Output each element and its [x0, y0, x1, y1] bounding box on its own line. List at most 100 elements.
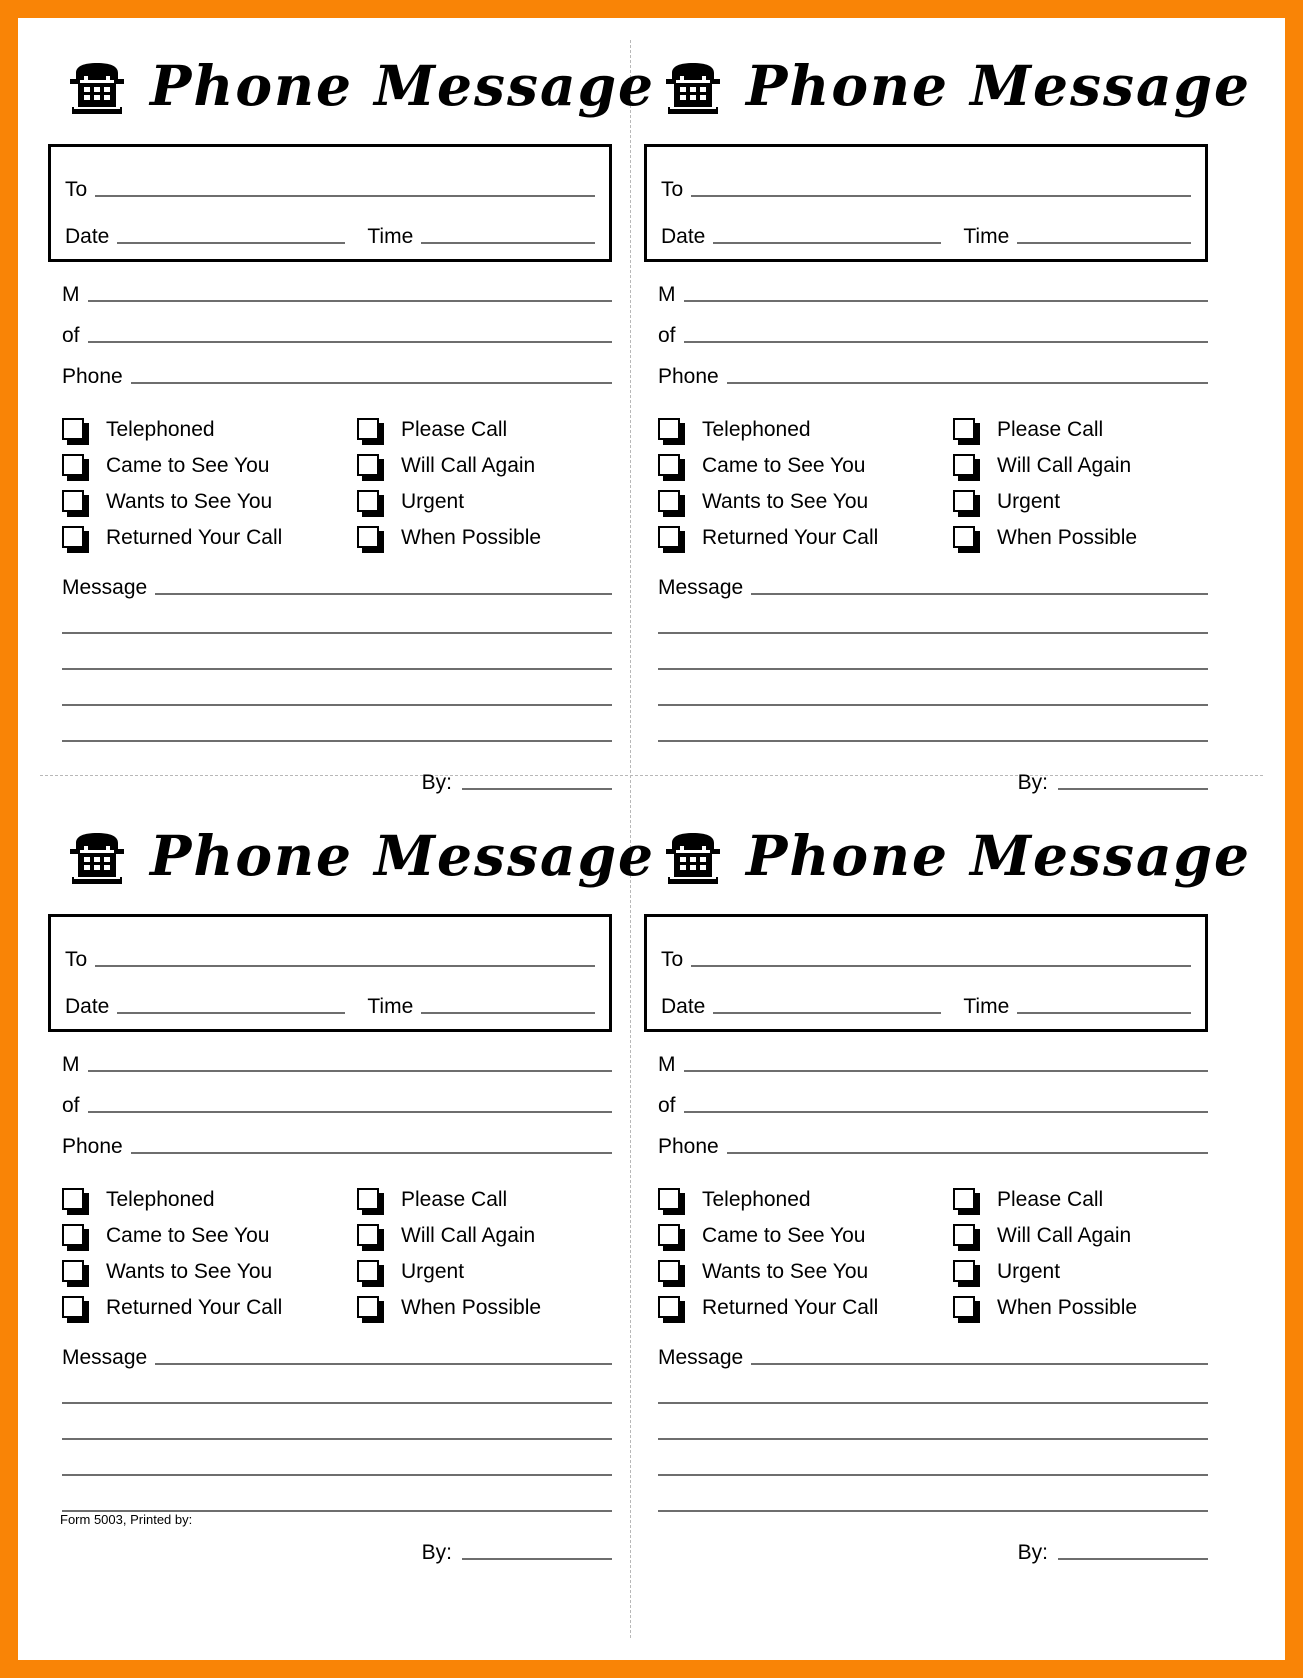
message-input-line[interactable] [751, 593, 1208, 595]
message-input-line[interactable] [155, 1363, 612, 1365]
checkbox-icon[interactable] [357, 1296, 384, 1323]
checkbox-item-telephoned[interactable]: Telephoned [658, 1181, 933, 1217]
message-input-line[interactable] [751, 1363, 1208, 1365]
checkbox-item-please-call[interactable]: Please Call [953, 1181, 1208, 1217]
to-input-line[interactable] [691, 965, 1191, 967]
checkbox-item-please-call[interactable]: Please Call [357, 411, 612, 447]
checkbox-icon[interactable] [62, 526, 89, 553]
checkbox-item-returned-your-call[interactable]: Returned Your Call [62, 1289, 337, 1325]
checkbox-item-when-possible[interactable]: When Possible [357, 1289, 612, 1325]
m-input-line[interactable] [683, 300, 1208, 302]
checkbox-item-telephoned[interactable]: Telephoned [62, 1181, 337, 1217]
checkbox-icon[interactable] [658, 490, 685, 517]
date-input-line[interactable] [117, 242, 346, 244]
checkbox-item-will-call-again[interactable]: Will Call Again [953, 447, 1208, 483]
message-input-line[interactable] [155, 593, 612, 595]
checkbox-icon[interactable] [953, 1188, 980, 1215]
checkbox-item-please-call[interactable]: Please Call [953, 411, 1208, 447]
of-input-line[interactable] [87, 1111, 612, 1113]
message-blank-line[interactable] [658, 1474, 1208, 1476]
checkbox-item-telephoned[interactable]: Telephoned [62, 411, 337, 447]
checkbox-icon[interactable] [658, 1260, 685, 1287]
of-input-line[interactable] [683, 1111, 1208, 1113]
phone-input-line[interactable] [726, 382, 1208, 384]
message-blank-line[interactable] [62, 704, 612, 706]
checkbox-icon[interactable] [62, 1224, 89, 1251]
checkbox-icon[interactable] [357, 454, 384, 481]
m-input-line[interactable] [683, 1070, 1208, 1072]
checkbox-item-wants-to-see-you[interactable]: Wants to See You [62, 483, 337, 519]
message-blank-line[interactable] [62, 1474, 612, 1476]
checkbox-icon[interactable] [357, 1224, 384, 1251]
checkbox-icon[interactable] [658, 526, 685, 553]
phone-input-line[interactable] [130, 382, 612, 384]
checkbox-icon[interactable] [62, 1296, 89, 1323]
checkbox-icon[interactable] [953, 1296, 980, 1323]
checkbox-icon[interactable] [357, 526, 384, 553]
checkbox-icon[interactable] [953, 454, 980, 481]
checkbox-item-came-to-see-you[interactable]: Came to See You [658, 447, 933, 483]
checkbox-item-came-to-see-you[interactable]: Came to See You [62, 1217, 337, 1253]
checkbox-item-returned-your-call[interactable]: Returned Your Call [658, 519, 933, 555]
to-input-line[interactable] [95, 965, 595, 967]
by-input-line[interactable] [462, 1558, 612, 1560]
checkbox-icon[interactable] [953, 526, 980, 553]
of-input-line[interactable] [683, 341, 1208, 343]
message-blank-line[interactable] [658, 704, 1208, 706]
by-input-line[interactable] [1058, 788, 1208, 790]
time-input-line[interactable] [421, 242, 595, 244]
checkbox-icon[interactable] [357, 1260, 384, 1287]
checkbox-icon[interactable] [357, 1188, 384, 1215]
checkbox-item-returned-your-call[interactable]: Returned Your Call [658, 1289, 933, 1325]
to-input-line[interactable] [691, 195, 1191, 197]
checkbox-item-wants-to-see-you[interactable]: Wants to See You [658, 483, 933, 519]
phone-input-line[interactable] [130, 1152, 612, 1154]
checkbox-item-urgent[interactable]: Urgent [357, 483, 612, 519]
time-input-line[interactable] [1017, 242, 1191, 244]
checkbox-item-will-call-again[interactable]: Will Call Again [953, 1217, 1208, 1253]
checkbox-icon[interactable] [953, 490, 980, 517]
to-input-line[interactable] [95, 195, 595, 197]
checkbox-icon[interactable] [953, 1224, 980, 1251]
checkbox-item-please-call[interactable]: Please Call [357, 1181, 612, 1217]
checkbox-item-wants-to-see-you[interactable]: Wants to See You [62, 1253, 337, 1289]
checkbox-icon[interactable] [953, 418, 980, 445]
checkbox-icon[interactable] [62, 454, 89, 481]
message-blank-line[interactable] [62, 668, 612, 670]
checkbox-icon[interactable] [357, 418, 384, 445]
checkbox-icon[interactable] [658, 1188, 685, 1215]
checkbox-item-urgent[interactable]: Urgent [953, 483, 1208, 519]
by-input-line[interactable] [1058, 1558, 1208, 1560]
checkbox-item-will-call-again[interactable]: Will Call Again [357, 447, 612, 483]
checkbox-icon[interactable] [62, 490, 89, 517]
checkbox-item-came-to-see-you[interactable]: Came to See You [62, 447, 337, 483]
message-blank-line[interactable] [62, 1438, 612, 1440]
checkbox-icon[interactable] [953, 1260, 980, 1287]
message-blank-line[interactable] [658, 1438, 1208, 1440]
date-input-line[interactable] [713, 1012, 942, 1014]
message-blank-line[interactable] [658, 632, 1208, 634]
checkbox-item-telephoned[interactable]: Telephoned [658, 411, 933, 447]
by-input-line[interactable] [462, 788, 612, 790]
of-input-line[interactable] [87, 341, 612, 343]
m-input-line[interactable] [87, 300, 612, 302]
checkbox-item-came-to-see-you[interactable]: Came to See You [658, 1217, 933, 1253]
checkbox-icon[interactable] [658, 1296, 685, 1323]
checkbox-item-returned-your-call[interactable]: Returned Your Call [62, 519, 337, 555]
checkbox-icon[interactable] [62, 418, 89, 445]
message-blank-line[interactable] [62, 632, 612, 634]
message-blank-line[interactable] [658, 1402, 1208, 1404]
checkbox-icon[interactable] [62, 1188, 89, 1215]
date-input-line[interactable] [117, 1012, 346, 1014]
checkbox-item-wants-to-see-you[interactable]: Wants to See You [658, 1253, 933, 1289]
time-input-line[interactable] [1017, 1012, 1191, 1014]
checkbox-item-urgent[interactable]: Urgent [357, 1253, 612, 1289]
checkbox-item-when-possible[interactable]: When Possible [953, 519, 1208, 555]
checkbox-item-when-possible[interactable]: When Possible [953, 1289, 1208, 1325]
message-blank-line[interactable] [658, 668, 1208, 670]
m-input-line[interactable] [87, 1070, 612, 1072]
checkbox-item-urgent[interactable]: Urgent [953, 1253, 1208, 1289]
message-blank-line[interactable] [62, 1402, 612, 1404]
checkbox-icon[interactable] [357, 490, 384, 517]
time-input-line[interactable] [421, 1012, 595, 1014]
